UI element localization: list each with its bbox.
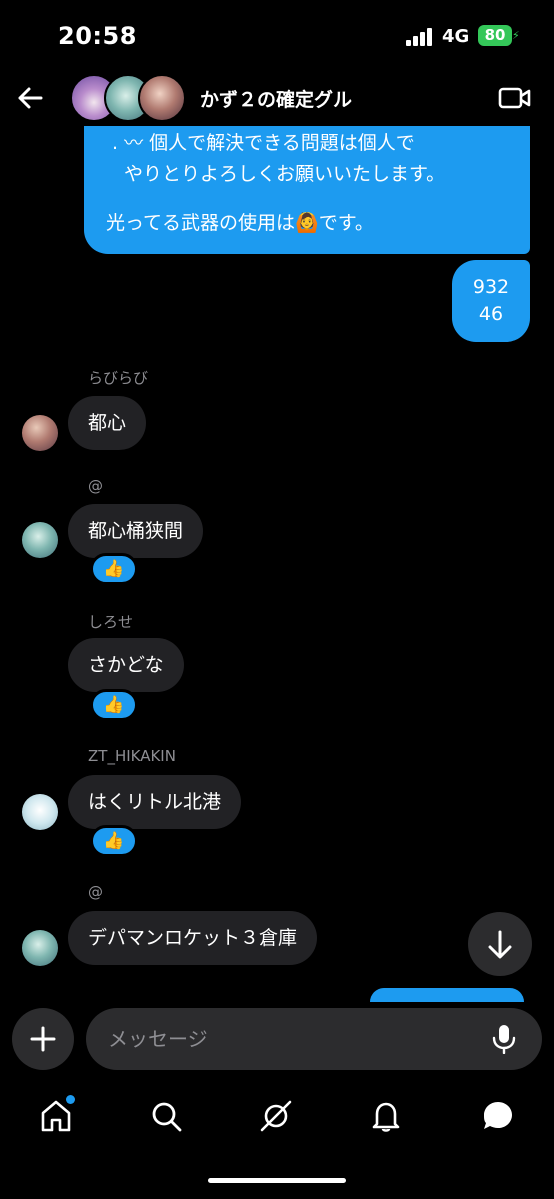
back-arrow-icon[interactable] [14,82,46,114]
spaces-icon[interactable] [258,1098,294,1134]
thumbs-up-reaction-icon[interactable]: 👍 [90,689,138,721]
scroll-down-button[interactable] [468,912,532,976]
message-line: . 〰 個人で解決できる問題は個人で [112,132,415,154]
message-input[interactable] [108,1008,488,1070]
incoming-message[interactable]: 都心 [68,396,147,450]
video-call-icon[interactable] [498,86,532,110]
network-type: 4G [442,26,470,47]
bottom-tab-bar [0,1086,554,1146]
chat-area[interactable]: . 〰 個人で解決できる問題は個人で やりとりよろしくお願いいたします。 光って… [0,0,554,1002]
message-text: です。 [318,212,374,234]
group-avatars[interactable] [70,74,190,122]
home-icon[interactable] [38,1095,75,1134]
charging-icon: ⚡ [512,29,520,42]
add-media-button[interactable] [12,1008,74,1070]
search-icon[interactable] [148,1098,184,1134]
thumbs-up-reaction-icon[interactable]: 👍 [90,825,138,857]
sender-name: らびらび [88,369,149,387]
message-line: やりとりよろしくお願いいたします。 [124,163,446,185]
plus-icon [30,1026,56,1052]
message-composer[interactable] [86,1008,542,1070]
notification-dot [66,1095,75,1104]
avatar [138,74,186,122]
avatar[interactable] [22,794,58,830]
incoming-message[interactable]: はくリトル北港 [68,775,242,829]
own-message-partial[interactable] [370,988,524,1002]
battery-icon: 80 [478,25,512,46]
chat-header: かず２の確定グル [0,70,554,126]
sender-name: @ [88,883,103,901]
message-line: 光ってる武器の使用は🙆です。 [106,208,508,239]
avatar[interactable] [22,415,58,451]
messages-icon[interactable] [480,1098,516,1134]
signal-icon [406,28,434,46]
incoming-message[interactable]: 都心桶狭間 [68,504,204,558]
message-line: 46 [478,303,504,325]
sender-name: しろせ [88,613,134,631]
mic-icon[interactable] [492,1024,516,1055]
sender-name: ZT_HIKAKIN [88,747,176,765]
arrow-down-icon [488,930,512,959]
status-bar: 20:58 4G 80 ⚡ [0,0,554,70]
sender-name: @ [88,477,103,495]
thumbs-up-reaction-icon[interactable]: 👍 [90,553,138,585]
person-emoji-icon: 🙆 [295,212,319,234]
group-name[interactable]: かず２の確定グル [200,85,352,112]
incoming-message[interactable]: さかどな [68,638,184,692]
bell-icon[interactable] [368,1098,404,1134]
message-text: 光ってる武器の使用は [106,212,296,234]
avatar[interactable] [22,522,58,558]
own-message-code[interactable]: 932 46 [452,260,530,342]
message-line: 932 [472,276,510,298]
home-indicator [208,1178,346,1183]
avatar[interactable] [22,930,58,966]
clock: 20:58 [58,22,137,50]
incoming-message[interactable]: デパマンロケット３倉庫 [68,911,318,965]
